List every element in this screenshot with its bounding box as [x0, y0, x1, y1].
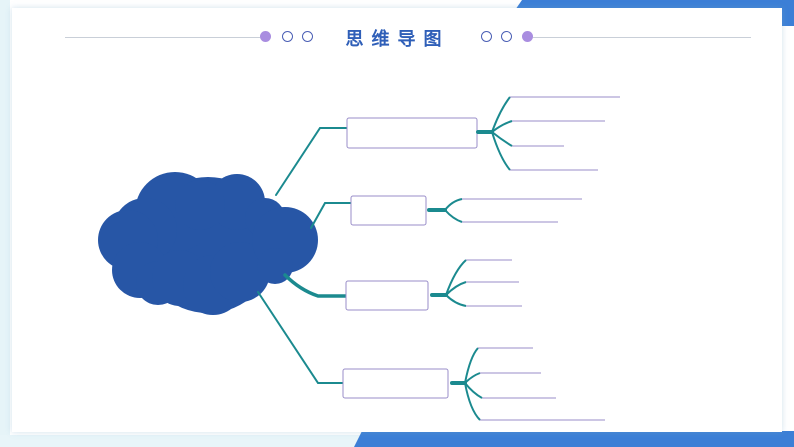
- connector-branch-1: [275, 127, 348, 196]
- connector-branch-2: [310, 202, 352, 229]
- branch-node-3: [345, 280, 429, 311]
- branch-node-2: [350, 195, 427, 226]
- branch-node-4: [342, 368, 449, 399]
- connector-branch-4: [257, 291, 344, 384]
- mind-map-diagram: [98, 96, 620, 421]
- branch-node-1: [346, 117, 478, 149]
- leaf-group-4: [450, 347, 605, 421]
- leaf-group-2: [427, 198, 582, 223]
- leaf-group-1: [476, 96, 620, 171]
- central-topic-cloud: [98, 172, 318, 315]
- leaf-group-3: [430, 259, 522, 307]
- connector-branch-3: [283, 273, 348, 298]
